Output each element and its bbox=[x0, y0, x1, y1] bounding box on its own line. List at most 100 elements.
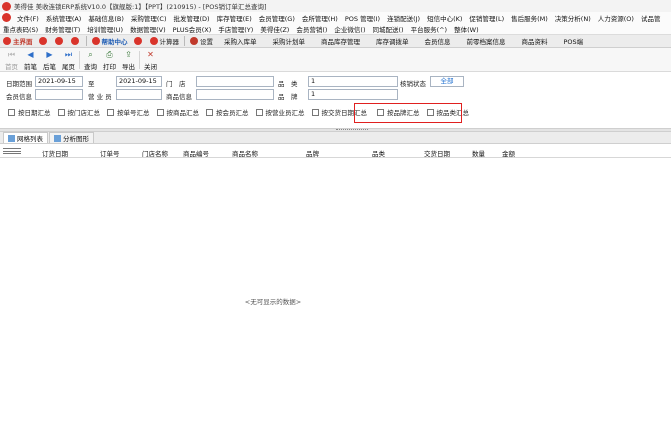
checkbox[interactable] bbox=[206, 108, 213, 116]
menu-item[interactable]: 企业微信() bbox=[331, 24, 369, 34]
red-circle-button[interactable] bbox=[52, 35, 68, 47]
menu-item[interactable]: 同城配送() bbox=[370, 24, 408, 34]
row-indicator-icon bbox=[3, 148, 21, 154]
menu-item[interactable]: 手店管理(Y) bbox=[215, 24, 257, 34]
calculator-icon bbox=[149, 37, 158, 45]
menu-item[interactable]: 培训管理(U) bbox=[84, 24, 127, 34]
menu-item[interactable]: 售后服务(M) bbox=[508, 13, 552, 23]
home-button[interactable]: 主界面 bbox=[0, 35, 36, 47]
menu-item[interactable]: 连锁配送(J) bbox=[384, 13, 424, 23]
checkbox[interactable] bbox=[255, 108, 263, 116]
column-header[interactable]: 交货日期 bbox=[424, 148, 450, 158]
quick-tab[interactable]: 商品库存管理 bbox=[313, 36, 368, 46]
menu-item[interactable]: 短信中心(K) bbox=[424, 13, 466, 23]
toolbar-label: 后笔 bbox=[43, 63, 56, 71]
menu-item[interactable]: 重点表码(S) bbox=[0, 24, 42, 34]
first-page-button[interactable]: ⏮ 首页 bbox=[2, 48, 21, 71]
column-header[interactable]: 金额 bbox=[502, 148, 515, 158]
column-header[interactable]: 订货日期 bbox=[42, 148, 68, 158]
menu-item[interactable]: 试品管 bbox=[638, 13, 665, 23]
category-input[interactable]: 1 bbox=[308, 76, 398, 87]
menu-item[interactable]: 批发管理(D) bbox=[171, 13, 214, 23]
menu-item[interactable]: 整体(W) bbox=[451, 24, 483, 34]
product-input[interactable] bbox=[196, 89, 274, 100]
menu-item[interactable]: 会员营销() bbox=[293, 24, 331, 34]
red-circle-button[interactable] bbox=[36, 35, 52, 47]
query-button[interactable]: ⌕ 查询 bbox=[81, 48, 100, 71]
store-input[interactable] bbox=[196, 76, 274, 87]
export-button[interactable]: ⇪ 导出 bbox=[119, 48, 138, 71]
close-button[interactable]: ✕ 关闭 bbox=[141, 48, 160, 71]
store-label: 门 店 bbox=[166, 80, 186, 88]
column-header[interactable]: 商品名称 bbox=[232, 148, 258, 158]
red-circle-icon bbox=[70, 37, 79, 45]
menu-item[interactable]: 促销管理(L) bbox=[466, 13, 508, 23]
next-button[interactable]: ▶ 后笔 bbox=[40, 48, 59, 71]
summary-option[interactable]: 按日期汇总 bbox=[8, 107, 51, 117]
brand-input[interactable]: 1 bbox=[308, 89, 398, 100]
summary-option[interactable]: 按营业员汇总 bbox=[255, 107, 305, 117]
date-to-input[interactable]: 2021-09-15 bbox=[116, 76, 162, 87]
tab-analysis-chart[interactable]: 分析图形 bbox=[49, 132, 94, 143]
summary-option-label: 按商品汇总 bbox=[166, 109, 200, 117]
product-label: 商品信息 bbox=[166, 93, 192, 101]
menu-item[interactable]: PLUS会员(X) bbox=[170, 24, 216, 34]
quick-tab[interactable]: 前零档案信息 bbox=[459, 36, 514, 46]
column-header[interactable]: 订单号 bbox=[100, 148, 120, 158]
menu-item[interactable]: 平台服务(^) bbox=[408, 24, 452, 34]
sales-input[interactable] bbox=[116, 89, 162, 100]
red-circle-icon bbox=[38, 37, 47, 45]
member-input[interactable] bbox=[35, 89, 83, 100]
quick-tab[interactable]: 库存调拨单 bbox=[368, 36, 417, 46]
checkbox[interactable] bbox=[57, 108, 65, 116]
menu-item[interactable]: 美得佳(Z) bbox=[257, 24, 293, 34]
checkbox[interactable] bbox=[156, 108, 164, 116]
checkbox[interactable] bbox=[311, 108, 319, 116]
column-header[interactable]: 品类 bbox=[372, 148, 385, 158]
menu-item[interactable]: 财务管理(T) bbox=[42, 24, 84, 34]
menu-item[interactable]: 人力资源(O) bbox=[595, 13, 638, 23]
menu-item[interactable]: 采购管理(C) bbox=[128, 13, 171, 23]
to-label: 至 bbox=[88, 80, 95, 88]
verify-status-select[interactable]: 全部 bbox=[430, 76, 464, 87]
summary-option[interactable]: 按会员汇总 bbox=[206, 107, 249, 117]
menu-item[interactable]: POS 管理(I) bbox=[342, 13, 384, 23]
date-from-input[interactable]: 2021-09-15 bbox=[35, 76, 83, 87]
filter-row-2: 会员信息 营 业 员 商品信息 品 牌 1 bbox=[0, 89, 671, 101]
column-header[interactable]: 门店名称 bbox=[142, 148, 168, 158]
quick-tab[interactable]: 采购入库单 bbox=[216, 36, 265, 46]
quick-tab[interactable]: 商品资料 bbox=[514, 36, 556, 46]
quick-tab[interactable]: 会员信息 bbox=[417, 36, 459, 46]
sales-label: 营 业 员 bbox=[88, 93, 112, 101]
quick-tab[interactable]: 采购计划单 bbox=[265, 36, 314, 46]
summary-option-label: 按营业员汇总 bbox=[265, 109, 305, 117]
menu-logo-icon bbox=[2, 13, 11, 22]
menu-item[interactable]: 数据管理(V) bbox=[127, 24, 170, 34]
last-page-button[interactable]: ⏭ 尾页 bbox=[59, 48, 78, 71]
splitter-grip[interactable] bbox=[336, 129, 368, 131]
summary-option[interactable]: 按门店汇总 bbox=[57, 107, 100, 117]
menu-item[interactable]: 库存管理(E) bbox=[214, 13, 256, 23]
help-center-button[interactable]: 帮助中心 bbox=[89, 35, 131, 47]
column-header[interactable]: 商品编号 bbox=[183, 148, 209, 158]
column-header[interactable]: 品牌 bbox=[306, 148, 319, 158]
checkbox[interactable] bbox=[8, 108, 15, 116]
menu-item[interactable]: 文件(F) bbox=[14, 13, 43, 23]
menu-item[interactable]: 会员管理(G) bbox=[256, 13, 299, 23]
menu-item[interactable]: 决策分析(N) bbox=[552, 13, 595, 23]
menu-item[interactable]: 基础信息(B) bbox=[85, 13, 128, 23]
checkbox[interactable] bbox=[107, 108, 114, 116]
summary-option[interactable]: 按商品汇总 bbox=[156, 107, 200, 117]
menu-item[interactable]: 系统管理(A) bbox=[43, 13, 86, 23]
red-circle-button[interactable] bbox=[131, 35, 147, 47]
prev-button[interactable]: ◀ 前笔 bbox=[21, 48, 40, 71]
settings-button[interactable]: 设置 bbox=[187, 35, 216, 47]
tab-grid-list[interactable]: 网格列表 bbox=[3, 132, 48, 143]
menu-item[interactable]: 会所管理(H) bbox=[299, 13, 342, 23]
red-circle-button[interactable] bbox=[68, 35, 84, 47]
quick-tab[interactable]: POS端 bbox=[556, 36, 592, 46]
summary-option[interactable]: 按单号汇总 bbox=[107, 107, 150, 117]
column-header[interactable]: 数量 bbox=[472, 148, 485, 158]
print-button[interactable]: ⎙ 打印 bbox=[100, 48, 119, 71]
calculator-button[interactable]: 计算器 bbox=[147, 35, 183, 47]
